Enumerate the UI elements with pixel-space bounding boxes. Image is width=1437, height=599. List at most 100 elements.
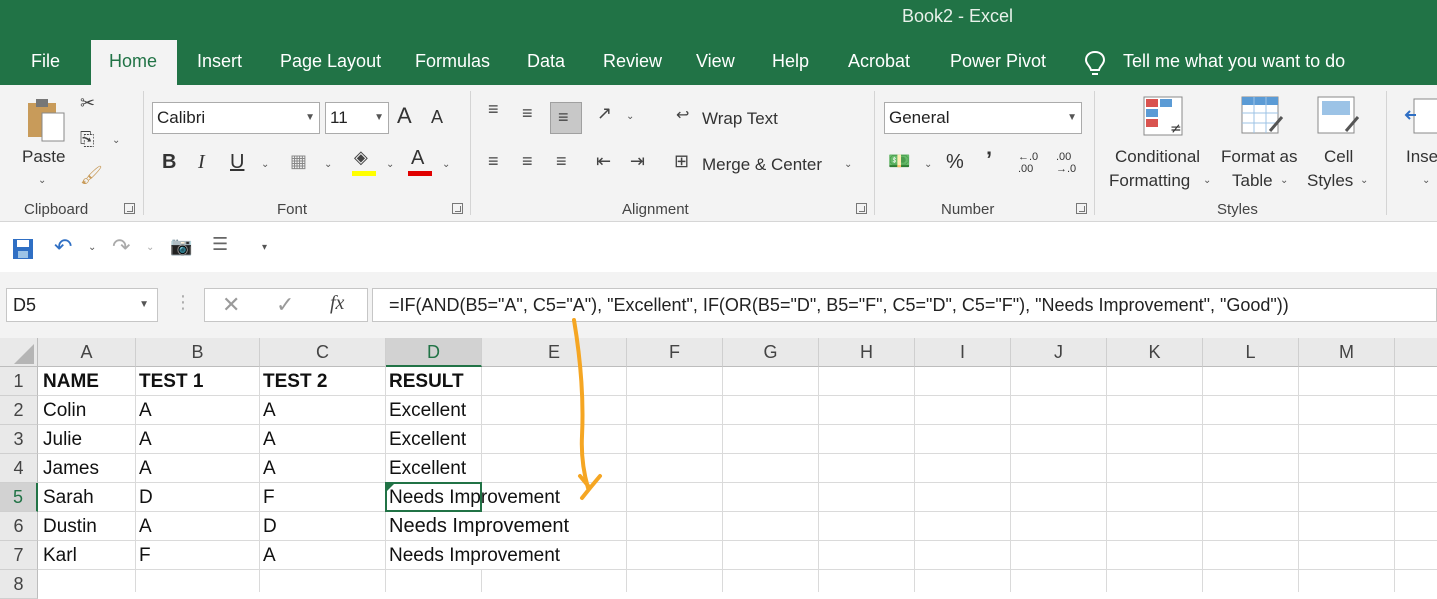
chevron-down-icon[interactable]: ⌄: [1280, 175, 1288, 186]
cell-c2[interactable]: A: [258, 396, 276, 425]
align-center-icon[interactable]: ≡: [522, 151, 533, 172]
cell-d2[interactable]: Excellent: [384, 396, 466, 425]
enter-icon[interactable]: ✓: [276, 292, 294, 318]
cell-styles-label2[interactable]: Styles: [1307, 171, 1353, 191]
tab-insert[interactable]: Insert: [189, 38, 250, 85]
copy-dropdown-icon[interactable]: ⌄: [112, 135, 120, 146]
cell-c7[interactable]: A: [258, 541, 276, 570]
row-header-8[interactable]: 8: [0, 570, 38, 599]
select-all-corner[interactable]: [0, 338, 38, 367]
tab-review[interactable]: Review: [595, 38, 670, 85]
accounting-dropdown-icon[interactable]: ⌄: [924, 159, 932, 170]
column-header-n[interactable]: [1395, 338, 1437, 367]
decrease-indent-icon[interactable]: ⇤: [596, 151, 611, 172]
cancel-icon[interactable]: ✕: [222, 292, 240, 318]
align-right-icon[interactable]: ≡: [556, 151, 567, 172]
align-left-icon[interactable]: ≡: [488, 151, 499, 172]
cell-a4[interactable]: James: [38, 454, 99, 483]
decrease-decimal-button[interactable]: .00 →.0: [1056, 151, 1084, 175]
insert-cells-button[interactable]: Inse: [1406, 147, 1437, 167]
column-header-g[interactable]: G: [723, 338, 819, 367]
cell-c1[interactable]: TEST 2: [258, 367, 327, 396]
cell-b4[interactable]: A: [134, 454, 152, 483]
paste-dropdown-icon[interactable]: ⌄: [38, 175, 46, 186]
cell-b2[interactable]: A: [134, 396, 152, 425]
conditional-formatting-label2[interactable]: Formatting: [1109, 171, 1190, 191]
cell-d6[interactable]: Needs Improvement: [384, 512, 569, 541]
cell-c3[interactable]: A: [258, 425, 276, 454]
cell-d1[interactable]: RESULT: [384, 367, 464, 396]
chevron-down-icon[interactable]: ⌄: [1203, 175, 1211, 186]
clipboard-launcher-icon[interactable]: [124, 203, 135, 214]
tab-power-pivot[interactable]: Power Pivot: [942, 38, 1054, 85]
number-format-select[interactable]: General ▼: [884, 102, 1082, 134]
row-header-5[interactable]: 5: [0, 483, 38, 512]
cell-d5[interactable]: Needs Improvement: [384, 483, 560, 512]
cell-b5[interactable]: D: [134, 483, 153, 512]
undo-icon[interactable]: ↶: [54, 234, 72, 260]
fill-color-dropdown-icon[interactable]: ⌄: [386, 159, 394, 170]
cell-b6[interactable]: A: [134, 512, 152, 541]
copy-icon[interactable]: ⎘: [80, 129, 94, 150]
cell-styles-button[interactable]: Cell: [1324, 147, 1353, 167]
font-launcher-icon[interactable]: [452, 203, 463, 214]
cell-a5[interactable]: Sarah: [38, 483, 94, 512]
cell-b3[interactable]: A: [134, 425, 152, 454]
row-header-7[interactable]: 7: [0, 541, 38, 570]
format-as-table-icon[interactable]: [1240, 95, 1284, 137]
align-middle-icon[interactable]: ≡: [522, 103, 533, 124]
orientation-icon[interactable]: ↗: [597, 103, 612, 124]
format-painter-icon[interactable]: 🖌: [80, 165, 103, 186]
font-size-select[interactable]: 11 ▼: [325, 102, 389, 134]
tab-page-layout[interactable]: Page Layout: [272, 38, 389, 85]
redo-icon[interactable]: ↷: [112, 234, 130, 260]
cell-a1[interactable]: NAME: [38, 367, 99, 396]
wrap-text-icon[interactable]: ↩: [676, 105, 689, 125]
redo-dropdown-icon[interactable]: ⌄: [146, 242, 154, 253]
cell-styles-icon[interactable]: [1316, 95, 1360, 137]
column-header-j[interactable]: J: [1011, 338, 1107, 367]
insert-function-button[interactable]: fx: [330, 292, 344, 315]
bold-button[interactable]: B: [162, 151, 176, 174]
tab-home[interactable]: Home: [91, 40, 177, 85]
font-color-dropdown-icon[interactable]: ⌄: [442, 159, 450, 170]
cell-a2[interactable]: Colin: [38, 396, 86, 425]
font-name-select[interactable]: Calibri ▼: [152, 102, 320, 134]
underline-button[interactable]: U: [230, 151, 244, 174]
tell-me-search[interactable]: Tell me what you want to do: [1115, 38, 1353, 85]
format-as-table-label2[interactable]: Table: [1232, 171, 1273, 191]
alignment-launcher-icon[interactable]: [856, 203, 867, 214]
font-color-button[interactable]: A: [411, 147, 424, 170]
insert-cells-icon[interactable]: [1404, 95, 1437, 137]
tab-view[interactable]: View: [688, 38, 743, 85]
increase-indent-icon[interactable]: ⇥: [630, 151, 645, 172]
align-top-icon[interactable]: ≡: [488, 99, 499, 120]
column-header-h[interactable]: H: [819, 338, 915, 367]
paste-label[interactable]: Paste: [22, 147, 65, 167]
merge-center-icon[interactable]: ⊞: [674, 151, 689, 172]
fill-color-icon[interactable]: ◈: [354, 147, 368, 168]
cell-b1[interactable]: TEST 1: [134, 367, 203, 396]
tab-file[interactable]: File: [23, 38, 68, 85]
cell-c4[interactable]: A: [258, 454, 276, 483]
list-icon[interactable]: ☰: [212, 234, 228, 255]
formula-input[interactable]: =IF(AND(B5="A", C5="A"), "Excellent", IF…: [372, 288, 1437, 322]
cell-a3[interactable]: Julie: [38, 425, 82, 454]
row-header-3[interactable]: 3: [0, 425, 38, 454]
tab-acrobat[interactable]: Acrobat: [840, 38, 918, 85]
increase-decimal-button[interactable]: ←.0 .00: [1018, 151, 1046, 175]
cell-c5[interactable]: F: [258, 483, 275, 512]
accounting-format-icon[interactable]: 💵: [888, 151, 910, 172]
tab-data[interactable]: Data: [519, 38, 573, 85]
borders-dropdown-icon[interactable]: ⌄: [324, 159, 332, 170]
chevron-down-icon[interactable]: ⌄: [1422, 175, 1430, 186]
borders-icon[interactable]: ▦: [290, 151, 307, 172]
paste-icon[interactable]: [24, 95, 68, 143]
customize-qat-icon[interactable]: ▾: [262, 242, 267, 253]
format-as-table-button[interactable]: Format as: [1221, 147, 1298, 167]
column-header-f[interactable]: F: [627, 338, 723, 367]
merge-dropdown-icon[interactable]: ⌄: [844, 159, 852, 170]
cell-a6[interactable]: Dustin: [38, 512, 97, 541]
column-header-i[interactable]: I: [915, 338, 1011, 367]
cut-icon[interactable]: ✂: [80, 93, 95, 114]
